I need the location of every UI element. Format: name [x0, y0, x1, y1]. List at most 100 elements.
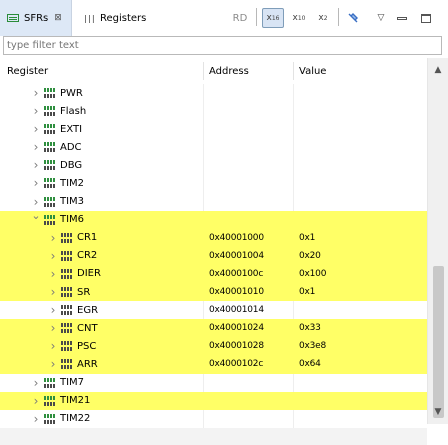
table-row[interactable]: › TIM3	[0, 193, 427, 211]
scroll-up-icon[interactable]: ▲	[428, 61, 448, 78]
pin-icon[interactable]	[344, 8, 362, 28]
chevron-right-icon[interactable]: ›	[48, 265, 58, 283]
table-row[interactable]: › ARR 0x4000102c 0x64	[0, 355, 427, 374]
peripheral-icon	[44, 410, 58, 428]
row-name: TIM2	[60, 177, 85, 189]
chevron-right-icon[interactable]: ›	[48, 229, 58, 247]
row-name: DIER	[77, 268, 101, 280]
register-icon	[61, 355, 75, 373]
filter-input[interactable]	[3, 36, 442, 55]
chevron-right-icon[interactable]: ›	[31, 156, 41, 174]
table-row[interactable]: › TIM2	[0, 174, 427, 192]
row-name: PWR	[60, 87, 83, 99]
toolbar-separator	[338, 8, 339, 26]
table-row[interactable]: › PWR	[0, 84, 427, 102]
chevron-right-icon[interactable]: ›	[31, 392, 41, 410]
table-row[interactable]: › SR 0x40001010 0x1	[0, 283, 427, 302]
column-header-address[interactable]: Address	[209, 66, 249, 77]
column-header-value[interactable]: Value	[299, 66, 326, 77]
column-header-register[interactable]: Register	[7, 66, 48, 77]
table-row[interactable]: › DIER 0x4000100c 0x100	[0, 264, 427, 284]
table-row[interactable]: › CNT 0x40001024 0x33	[0, 319, 427, 338]
scrollbar-thumb[interactable]	[433, 266, 444, 418]
row-value[interactable]: 0x1	[299, 283, 315, 301]
row-address: 0x40001010	[209, 287, 264, 298]
row-name: Flash	[60, 105, 87, 117]
row-name: CNT	[77, 322, 98, 334]
row-name: DBG	[60, 159, 83, 171]
row-value[interactable]: 0x100	[299, 265, 326, 283]
table-row[interactable]: ⌄ TIM6	[0, 209, 427, 229]
maximize-icon[interactable]	[418, 8, 434, 28]
chevron-right-icon[interactable]: ›	[48, 355, 58, 373]
peripheral-icon	[44, 174, 58, 192]
peripheral-icon	[44, 120, 58, 138]
table-row[interactable]: › TIM21	[0, 391, 427, 410]
row-value[interactable]: 0x3e8	[299, 337, 326, 355]
register-icon	[61, 247, 75, 265]
column-divider[interactable]	[203, 62, 204, 80]
chevron-right-icon[interactable]: ›	[48, 319, 58, 337]
row-address: 0x4000100c	[209, 268, 264, 279]
chevron-right-icon[interactable]: ›	[31, 374, 41, 392]
row-value[interactable]: 0x64	[299, 355, 321, 373]
chevron-right-icon[interactable]: ›	[48, 247, 58, 265]
decimal-format-subscript: 10	[297, 14, 306, 22]
vertical-scrollbar[interactable]: ▲ ▼	[427, 58, 448, 424]
table-row[interactable]: › CR1 0x40001000 0x1	[0, 228, 427, 247]
table-row[interactable]: › DBG	[0, 156, 427, 174]
scroll-down-icon[interactable]: ▼	[428, 403, 448, 420]
view-menu-icon[interactable]: ▽	[374, 8, 388, 28]
chevron-right-icon[interactable]: ›	[48, 301, 58, 319]
column-divider[interactable]	[293, 62, 294, 80]
chevron-down-icon[interactable]: ⌄	[31, 207, 41, 225]
horizontal-scrollbar-track[interactable]	[0, 428, 427, 445]
row-address: 0x40001028	[209, 341, 264, 352]
minimize-icon[interactable]	[394, 8, 410, 28]
decimal-format-button[interactable]: x 10	[289, 8, 309, 28]
register-icon	[61, 337, 75, 355]
table-row[interactable]: › CR2 0x40001004 0x20	[0, 246, 427, 265]
table-row[interactable]: › TIM7	[0, 374, 427, 392]
read-button[interactable]: RD	[229, 8, 251, 28]
table-row[interactable]: › EGR 0x40001014	[0, 301, 427, 319]
binary-format-button[interactable]: x2	[313, 8, 333, 28]
register-icon	[61, 319, 75, 337]
row-address: 0x40001014	[209, 305, 264, 316]
peripheral-icon	[44, 392, 58, 410]
peripheral-icon	[44, 374, 58, 392]
chevron-right-icon[interactable]: ›	[48, 337, 58, 355]
row-address: 0x4000102c	[209, 359, 264, 370]
row-name: TIM22	[60, 413, 91, 425]
row-name: EGR	[77, 304, 99, 316]
peripheral-icon	[44, 138, 58, 156]
row-value[interactable]: 0x1	[299, 229, 315, 247]
hex-format-subscript: 16	[271, 14, 280, 22]
row-name: TIM7	[60, 377, 85, 388]
row-name: TIM6	[60, 214, 85, 226]
row-value[interactable]: 0x20	[299, 247, 321, 265]
table-row[interactable]: › PSC 0x40001028 0x3e8	[0, 337, 427, 356]
row-name: TIM3	[60, 196, 85, 208]
chevron-right-icon[interactable]: ›	[31, 138, 41, 156]
register-icon	[61, 265, 75, 283]
table-row[interactable]: › Flash	[0, 102, 427, 120]
row-value[interactable]: 0x33	[299, 319, 321, 337]
table-row[interactable]: › ADC	[0, 138, 427, 156]
chevron-right-icon[interactable]: ›	[31, 84, 41, 102]
table-row[interactable]: › EXTI	[0, 120, 427, 138]
toolbar-separator	[256, 8, 257, 26]
hex-format-button[interactable]: x 16	[262, 8, 284, 28]
chevron-right-icon[interactable]: ›	[31, 120, 41, 138]
chevron-right-icon[interactable]: ›	[31, 174, 41, 192]
chevron-right-icon[interactable]: ›	[31, 102, 41, 120]
peripheral-icon	[44, 102, 58, 120]
table-row[interactable]: › TIM22	[0, 410, 427, 428]
chevron-right-icon[interactable]: ›	[31, 410, 41, 428]
chevron-right-icon[interactable]: ›	[48, 283, 58, 301]
row-name: SR	[77, 286, 91, 298]
peripheral-icon	[44, 156, 58, 174]
table-body: › PWR › Flash › EXTI › ADC › DBG › TIM2 › TIM3 ⌄ TIM6 › C…	[0, 84, 427, 428]
row-name: PSC	[77, 340, 97, 352]
row-address: 0x40001024	[209, 323, 264, 334]
